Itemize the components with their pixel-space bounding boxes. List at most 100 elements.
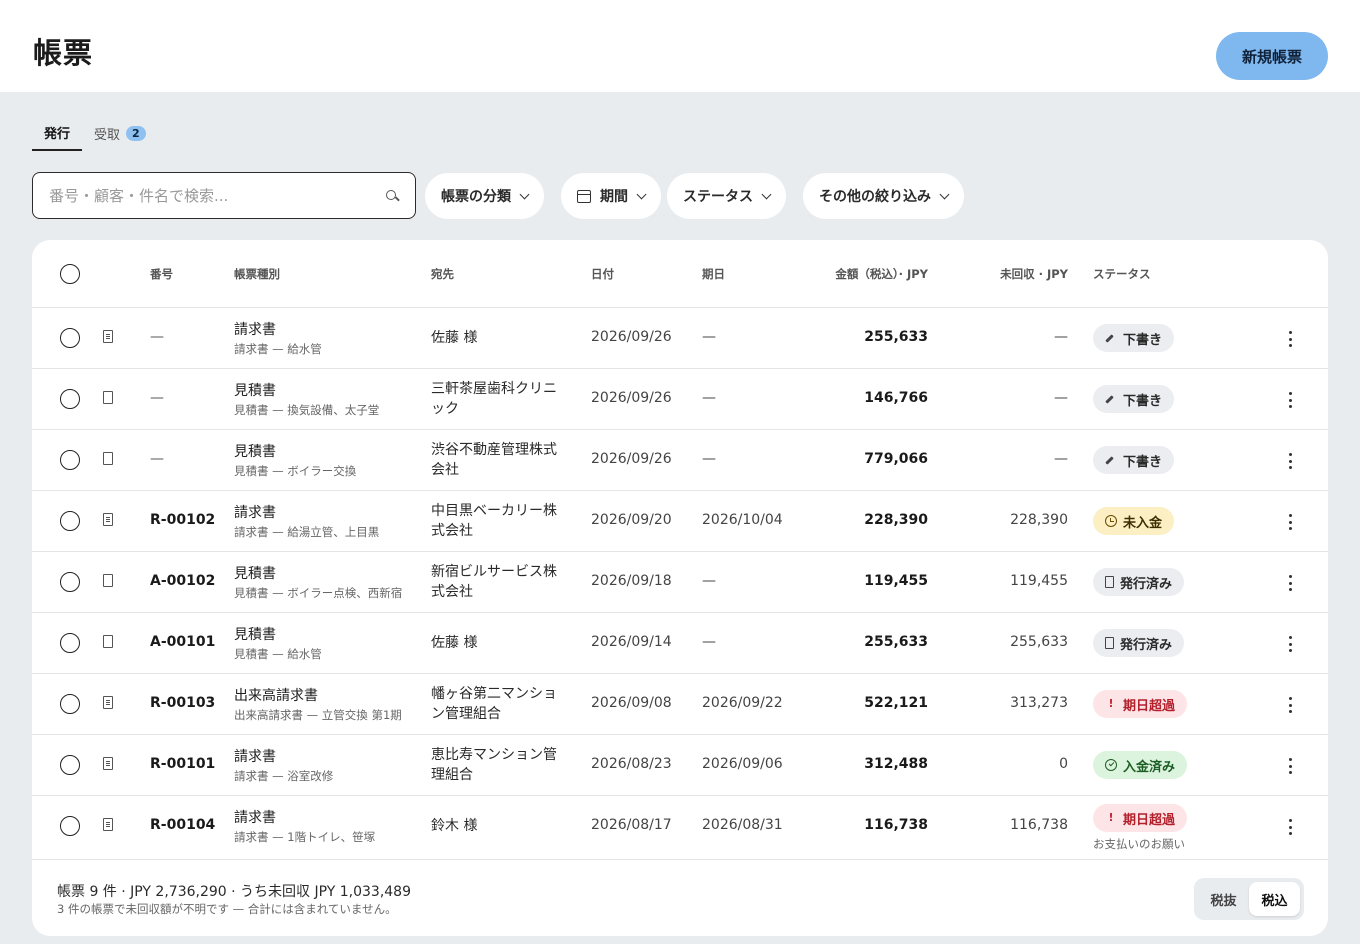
row-checkbox[interactable] (60, 450, 80, 470)
row-checkbox[interactable] (60, 694, 80, 714)
row-checkbox[interactable] (60, 328, 80, 348)
row-subject: 見積書 — ボイラー交換 (234, 464, 357, 478)
row-menu-icon[interactable] (1288, 697, 1292, 713)
status-label: 下書き (1123, 332, 1163, 348)
row-menu-icon[interactable] (1288, 331, 1292, 347)
row-dest: 恵比寿マンション管理組合 (431, 747, 557, 783)
row-menu-icon[interactable] (1288, 819, 1292, 835)
status-label: 期日超過 (1123, 698, 1176, 714)
filter-more[interactable]: その他の絞り込み (803, 173, 964, 219)
col-number[interactable]: 番号 (150, 266, 173, 282)
row-subject: 請求書 — 1階トイレ、笹塚 (234, 830, 376, 844)
row-menu-icon[interactable] (1288, 514, 1292, 530)
tab-received-badge: 2 (126, 126, 146, 141)
table-row[interactable]: — 見積書 見積書 — ボイラー交換 渋谷不動産管理株式会社 2026/09/26 — 77… (32, 430, 1328, 491)
row-number[interactable]: — (150, 451, 164, 467)
tab-issued[interactable]: 発行 (32, 116, 83, 151)
status-label: 下書き (1123, 454, 1163, 470)
status-label: 未入金 (1123, 515, 1163, 531)
row-checkbox[interactable] (60, 755, 80, 775)
row-menu-icon[interactable] (1288, 575, 1292, 591)
row-number[interactable]: R-00103 (150, 695, 215, 711)
row-unpaid: — (1054, 329, 1068, 345)
table-row[interactable]: R-00101 請求書 請求書 — 浴室改修 恵比寿マンション管理組合 2026/08/… (32, 735, 1328, 796)
search-icon[interactable] (385, 189, 399, 203)
row-dest: 三軒茶屋歯科クリニック (431, 381, 557, 417)
file-icon (1105, 576, 1114, 588)
table-row[interactable]: A-00101 見積書 見積書 — 給水管 佐藤 様 2026/09/14 — 255,63… (32, 613, 1328, 674)
row-date: 2026/08/23 (591, 756, 672, 772)
row-subject: 出来高請求書 — 立管交換 第1期 (234, 708, 402, 722)
col-status[interactable]: ステータス (1093, 266, 1151, 282)
row-kind: 見積書 見積書 — ボイラー点検、西新宿 (234, 563, 402, 601)
row-menu-icon[interactable] (1288, 392, 1292, 408)
row-due: 2026/09/22 (702, 695, 783, 711)
row-checkbox[interactable] (60, 572, 80, 592)
check-icon (1105, 759, 1117, 771)
status-badge: 下書き (1093, 324, 1175, 352)
row-number[interactable]: — (150, 329, 164, 345)
row-checkbox[interactable] (60, 511, 80, 531)
row-number[interactable]: R-00101 (150, 756, 215, 772)
row-amount: 116,738 (864, 817, 928, 833)
chevron-down-icon (939, 189, 950, 199)
filter-status[interactable]: ステータス (667, 173, 786, 219)
col-dest[interactable]: 宛先 (431, 266, 454, 282)
new-document-button[interactable]: 新規帳票 (1216, 32, 1328, 80)
table-row[interactable]: — 請求書 請求書 — 給水管 佐藤 様 2026/09/26 — 255,633 — 下書き (32, 308, 1328, 369)
row-menu-icon[interactable] (1288, 453, 1292, 469)
invoice-document-icon (103, 330, 113, 343)
pencil-icon (1105, 455, 1114, 465)
tab-received[interactable]: 受取 2 (82, 116, 158, 151)
filter-document-category[interactable]: 帳票の分類 (425, 173, 544, 219)
chevron-down-icon (636, 189, 647, 199)
table-row[interactable]: R-00102 請求書 請求書 — 給湯立管、上目黒 中目黒ベーカリー株式会社 2026… (32, 491, 1328, 552)
row-kind: 見積書 見積書 — ボイラー交換 (234, 441, 356, 479)
page-title: 帳票 (33, 36, 94, 70)
row-checkbox[interactable] (60, 633, 80, 653)
row-checkbox[interactable] (60, 816, 80, 836)
row-kind: 見積書 見積書 — 給水管 (234, 624, 322, 662)
select-all-checkbox[interactable] (60, 264, 80, 284)
row-amount: 228,390 (864, 512, 928, 528)
row-unpaid: 0 (1059, 756, 1068, 772)
col-date[interactable]: 日付 (591, 266, 614, 282)
row-number[interactable]: A-00101 (150, 634, 215, 650)
quote-document-icon (103, 391, 113, 404)
table-row[interactable]: — 見積書 見積書 — 換気設備、太子堂 三軒茶屋歯科クリニック 2026/09/26 —… (32, 369, 1328, 430)
invoice-document-icon (103, 513, 113, 526)
row-amount: 255,633 (864, 329, 928, 345)
row-menu-icon[interactable] (1288, 636, 1292, 652)
clock-icon (1105, 515, 1117, 527)
quote-document-icon (103, 635, 113, 648)
row-date: 2026/08/17 (591, 817, 672, 833)
row-amount: 255,633 (864, 634, 928, 650)
row-menu-icon[interactable] (1288, 758, 1292, 774)
row-number[interactable]: R-00104 (150, 817, 215, 833)
search-input[interactable] (49, 186, 385, 205)
col-kind[interactable]: 帳票種別 (234, 266, 280, 282)
row-number[interactable]: R-00102 (150, 512, 215, 528)
row-amount: 522,121 (864, 695, 928, 711)
filter-period[interactable]: 期間 (561, 173, 661, 219)
row-number[interactable]: A-00102 (150, 573, 215, 589)
table-row[interactable]: R-00104 請求書 請求書 — 1階トイレ、笹塚 鈴木 様 2026/08/17 20… (32, 796, 1328, 860)
row-dest: 中目黒ベーカリー株式会社 (431, 503, 557, 539)
toggle-tax-excluded[interactable]: 税抜 (1198, 882, 1249, 916)
col-amount[interactable]: 金額（税込）· JPY (835, 266, 928, 282)
status-label: 期日超過 (1123, 812, 1176, 828)
col-unpaid[interactable]: 未回収 · JPY (1000, 266, 1068, 282)
row-unpaid: — (1054, 390, 1068, 406)
row-dest: 渋谷不動産管理株式会社 (431, 442, 557, 478)
row-kind-label: 見積書 (234, 383, 276, 399)
invoice-document-icon (103, 818, 113, 831)
table-row[interactable]: A-00102 見積書 見積書 — ボイラー点検、西新宿 新宿ビルサービス株式会社 20… (32, 552, 1328, 613)
col-due[interactable]: 期日 (702, 266, 725, 282)
chevron-down-icon (761, 189, 772, 199)
toggle-tax-included[interactable]: 税込 (1249, 882, 1300, 916)
row-number[interactable]: — (150, 390, 164, 406)
table-row[interactable]: R-00103 出来高請求書 出来高請求書 — 立管交換 第1期 幡ヶ谷第二マンション… (32, 674, 1328, 735)
tab-bar: 発行 受取 2 (32, 116, 158, 152)
row-due: 2026/09/06 (702, 756, 783, 772)
row-checkbox[interactable] (60, 389, 80, 409)
